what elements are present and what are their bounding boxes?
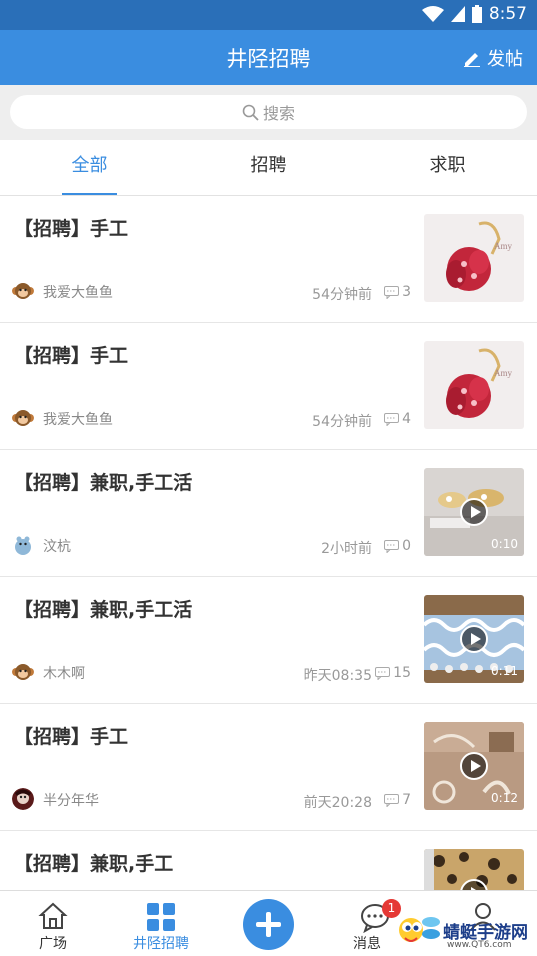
list-item[interactable]: 【招聘】兼职,手工活 木木啊 昨天08:35 15 0:11	[0, 577, 537, 704]
status-bar: 8:57	[0, 0, 537, 30]
post-label: 发帖	[487, 49, 523, 70]
comment-icon	[384, 285, 400, 299]
video-thumbnail[interactable]	[424, 849, 524, 890]
jewelry-image: Amy	[424, 214, 524, 302]
hippo-avatar-icon	[12, 534, 34, 556]
app-bar: 井陉招聘 发帖	[0, 30, 537, 85]
dragonfly-logo-icon	[399, 917, 440, 942]
post-time: 54分钟前	[312, 414, 372, 430]
monkey-avatar-icon	[12, 283, 34, 299]
comment-count-value: 0	[402, 538, 411, 554]
edit-icon	[464, 53, 480, 67]
post-author: 汶杭	[43, 539, 71, 555]
video-thumbnail[interactable]: 0:12	[424, 722, 524, 810]
comment-count-value: 3	[402, 284, 411, 300]
tab-recruit[interactable]: 招聘	[179, 140, 358, 195]
status-time: 8:57	[488, 4, 527, 24]
post-title: 【招聘】手工	[14, 218, 129, 240]
monkey-avatar-icon	[12, 410, 34, 426]
play-icon[interactable]	[460, 498, 488, 526]
comment-count-value: 15	[393, 665, 411, 681]
comment-count: 4	[384, 411, 411, 427]
video-thumbnail[interactable]: 0:10	[424, 468, 524, 556]
list-item[interactable]: 【招聘】手工 我爱大鱼鱼 54分钟前 3 Amy	[0, 196, 537, 323]
post-title: 【招聘】手工	[14, 726, 129, 748]
comment-icon	[384, 412, 400, 426]
search-icon	[242, 104, 259, 121]
post-title: 【招聘】兼职,手工	[14, 853, 174, 875]
plus-icon[interactable]	[243, 899, 294, 950]
nav-recruit[interactable]: 井陉招聘	[116, 891, 206, 956]
jewelry-image: Amy	[424, 341, 524, 429]
comment-count-value: 7	[402, 792, 411, 808]
post-author: 我爱大鱼鱼	[43, 412, 113, 428]
list-item[interactable]: 【招聘】手工 我爱大鱼鱼 54分钟前 4 Amy	[0, 323, 537, 450]
comment-count: 3	[384, 284, 411, 300]
svg-text:Amy: Amy	[494, 368, 513, 378]
comment-icon	[384, 539, 400, 553]
grid-icon	[147, 903, 175, 931]
play-icon[interactable]	[460, 752, 488, 780]
list-item[interactable]: 【招聘】手工 半分年华 前天20:28 7 0:12	[0, 704, 537, 831]
tab-jobseek[interactable]: 求职	[358, 140, 537, 195]
user-avatar	[12, 788, 34, 810]
page-title: 井陉招聘	[226, 47, 311, 71]
post-button[interactable]: 发帖	[463, 45, 523, 71]
post-thumbnail[interactable]: Amy	[424, 341, 524, 429]
monkey-avatar-icon	[12, 664, 34, 680]
comment-icon	[384, 793, 400, 807]
home-icon	[38, 902, 68, 929]
site-watermark: 蜻蜓手游网 www.QT6.com	[395, 912, 537, 954]
comment-count: 0	[384, 538, 411, 554]
search-bar: 搜索	[0, 85, 537, 140]
post-time: 前天20:28	[303, 795, 372, 811]
video-duration: 0:12	[491, 791, 518, 805]
nav-label: 井陉招聘	[133, 936, 189, 952]
nav-square[interactable]: 广场	[8, 891, 98, 956]
search-input[interactable]: 搜索	[10, 95, 527, 129]
post-time: 昨天08:35	[303, 668, 372, 684]
comment-count-value: 4	[402, 411, 411, 427]
search-placeholder: 搜索	[262, 104, 295, 123]
post-time: 2小时前	[321, 541, 372, 557]
comment-count: 7	[384, 792, 411, 808]
watermark-url: www.QT6.com	[447, 940, 512, 950]
nav-label: 广场	[39, 936, 67, 952]
tab-bar: 全部 招聘 求职	[0, 140, 537, 196]
comment-count: 15	[375, 665, 411, 681]
post-author: 木木啊	[43, 666, 85, 682]
video-duration: 0:11	[491, 664, 518, 678]
video-thumbnail[interactable]: 0:11	[424, 595, 524, 683]
post-thumbnail[interactable]: Amy	[424, 214, 524, 302]
wifi-icon	[421, 6, 444, 22]
post-title: 【招聘】兼职,手工活	[14, 472, 193, 494]
comment-icon	[375, 666, 391, 680]
video-duration: 0:10	[491, 537, 518, 551]
svg-text:Amy: Amy	[494, 241, 513, 251]
battery-icon	[471, 5, 482, 23]
post-author: 我爱大鱼鱼	[43, 285, 113, 301]
post-author: 半分年华	[43, 793, 99, 809]
post-title: 【招聘】手工	[14, 345, 129, 367]
play-icon[interactable]	[460, 625, 488, 653]
post-title: 【招聘】兼职,手工活	[14, 599, 193, 621]
list-item[interactable]: 【招聘】兼职,手工活 汶杭 2小时前 0 0:10	[0, 450, 537, 577]
post-time: 54分钟前	[312, 287, 372, 303]
post-list: 【招聘】手工 我爱大鱼鱼 54分钟前 3 Amy 【招聘】手工 我爱大鱼鱼 54…	[0, 196, 537, 890]
list-item[interactable]: 【招聘】兼职,手工	[0, 831, 537, 890]
tab-all[interactable]: 全部	[0, 140, 179, 195]
signal-icon	[450, 6, 465, 22]
